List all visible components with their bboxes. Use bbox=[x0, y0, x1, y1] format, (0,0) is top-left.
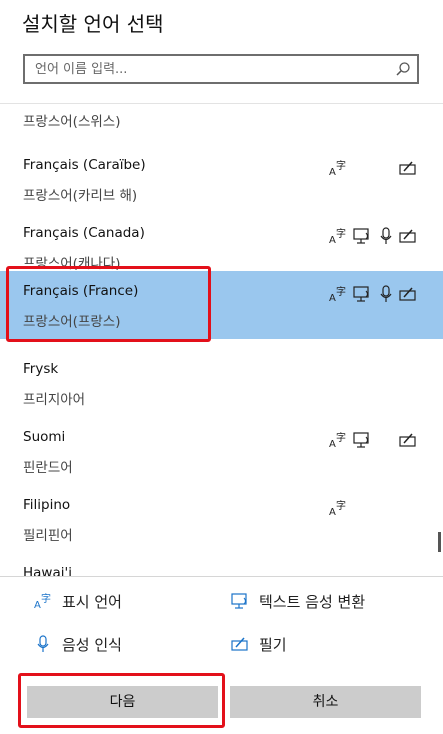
svg-text:A: A bbox=[34, 600, 41, 610]
svg-text:A: A bbox=[329, 293, 336, 303]
list-item[interactable]: Suomi 핀란드어 A字 bbox=[0, 417, 443, 485]
handwriting-icon bbox=[399, 285, 417, 303]
language-list[interactable]: 프랑스어(스위스) Français (Caraïbe) 프랑스어(카리브 해)… bbox=[0, 103, 443, 577]
display-language-icon: A字 bbox=[329, 159, 347, 177]
legend-label: 음성 인식 bbox=[62, 635, 122, 654]
text-to-speech-icon bbox=[353, 227, 371, 245]
language-native-name: 핀란드어 bbox=[23, 460, 73, 476]
legend-label: 표시 언어 bbox=[62, 592, 122, 611]
svg-text:字: 字 bbox=[336, 499, 346, 512]
list-item[interactable]: Frysk 프리지아어 bbox=[0, 349, 443, 417]
svg-text:字: 字 bbox=[336, 159, 346, 172]
language-native-name: 프랑스어(프랑스) bbox=[23, 314, 121, 330]
language-native-name: 프랑스어(캐나다) bbox=[23, 256, 121, 272]
feature-legend: A字 표시 언어 텍스트 음성 변환 음성 인식 필기 bbox=[0, 585, 443, 665]
legend-handwriting: 필기 bbox=[231, 633, 287, 655]
svg-text:字: 字 bbox=[336, 431, 346, 444]
svg-text:A: A bbox=[329, 439, 336, 449]
svg-text:字: 字 bbox=[41, 592, 51, 605]
language-native-name: 프랑스어(카리브 해) bbox=[23, 188, 138, 204]
display-language-icon: A字 bbox=[329, 285, 347, 303]
legend-display-language: A字 표시 언어 bbox=[34, 590, 122, 612]
text-to-speech-icon bbox=[231, 593, 247, 609]
handwriting-icon bbox=[399, 159, 417, 177]
language-name: Hawai'i bbox=[23, 565, 72, 577]
legend-label: 필기 bbox=[259, 635, 287, 654]
text-to-speech-icon bbox=[353, 431, 371, 449]
language-name: Frysk bbox=[23, 361, 59, 377]
list-item[interactable]: 프랑스어(스위스) bbox=[0, 104, 443, 146]
next-button[interactable]: 다음 bbox=[27, 686, 218, 718]
list-item[interactable]: Hawai'i bbox=[0, 553, 443, 577]
handwriting-icon bbox=[399, 227, 417, 245]
search-input[interactable] bbox=[25, 56, 385, 82]
page-title: 설치할 언어 선택 bbox=[22, 12, 164, 36]
list-item[interactable]: Français (Caraïbe) 프랑스어(카리브 해) A字 bbox=[0, 145, 443, 213]
svg-text:A: A bbox=[329, 167, 336, 177]
display-language-icon: A字 bbox=[34, 592, 51, 610]
list-item[interactable]: Filipino 필리핀어 A字 bbox=[0, 485, 443, 553]
legend-text-to-speech: 텍스트 음성 변환 bbox=[231, 590, 365, 612]
speech-recognition-icon bbox=[37, 635, 49, 652]
svg-text:字: 字 bbox=[336, 285, 346, 298]
language-native-name: 프리지아어 bbox=[23, 392, 86, 408]
list-item-selected[interactable]: Français (France) 프랑스어(프랑스) A字 bbox=[0, 271, 443, 339]
cancel-button[interactable]: 취소 bbox=[230, 686, 421, 718]
language-native-name: 프랑스어(스위스) bbox=[23, 114, 121, 130]
handwriting-icon bbox=[399, 431, 417, 449]
scrollbar-thumb[interactable] bbox=[438, 532, 441, 552]
speech-recognition-icon bbox=[377, 285, 395, 303]
search-icon[interactable] bbox=[395, 61, 411, 77]
svg-text:字: 字 bbox=[336, 227, 346, 240]
speech-recognition-icon bbox=[377, 227, 395, 245]
display-language-icon: A字 bbox=[329, 431, 347, 449]
legend-label: 텍스트 음성 변환 bbox=[259, 592, 366, 611]
text-to-speech-icon bbox=[353, 285, 371, 303]
svg-text:A: A bbox=[329, 235, 336, 245]
language-native-name: 필리핀어 bbox=[23, 528, 73, 544]
display-language-icon: A字 bbox=[329, 227, 347, 245]
search-box[interactable] bbox=[23, 54, 419, 84]
legend-speech-recognition: 음성 인식 bbox=[34, 633, 122, 655]
svg-text:A: A bbox=[329, 507, 336, 517]
handwriting-icon bbox=[231, 637, 248, 651]
display-language-icon: A字 bbox=[329, 499, 347, 517]
